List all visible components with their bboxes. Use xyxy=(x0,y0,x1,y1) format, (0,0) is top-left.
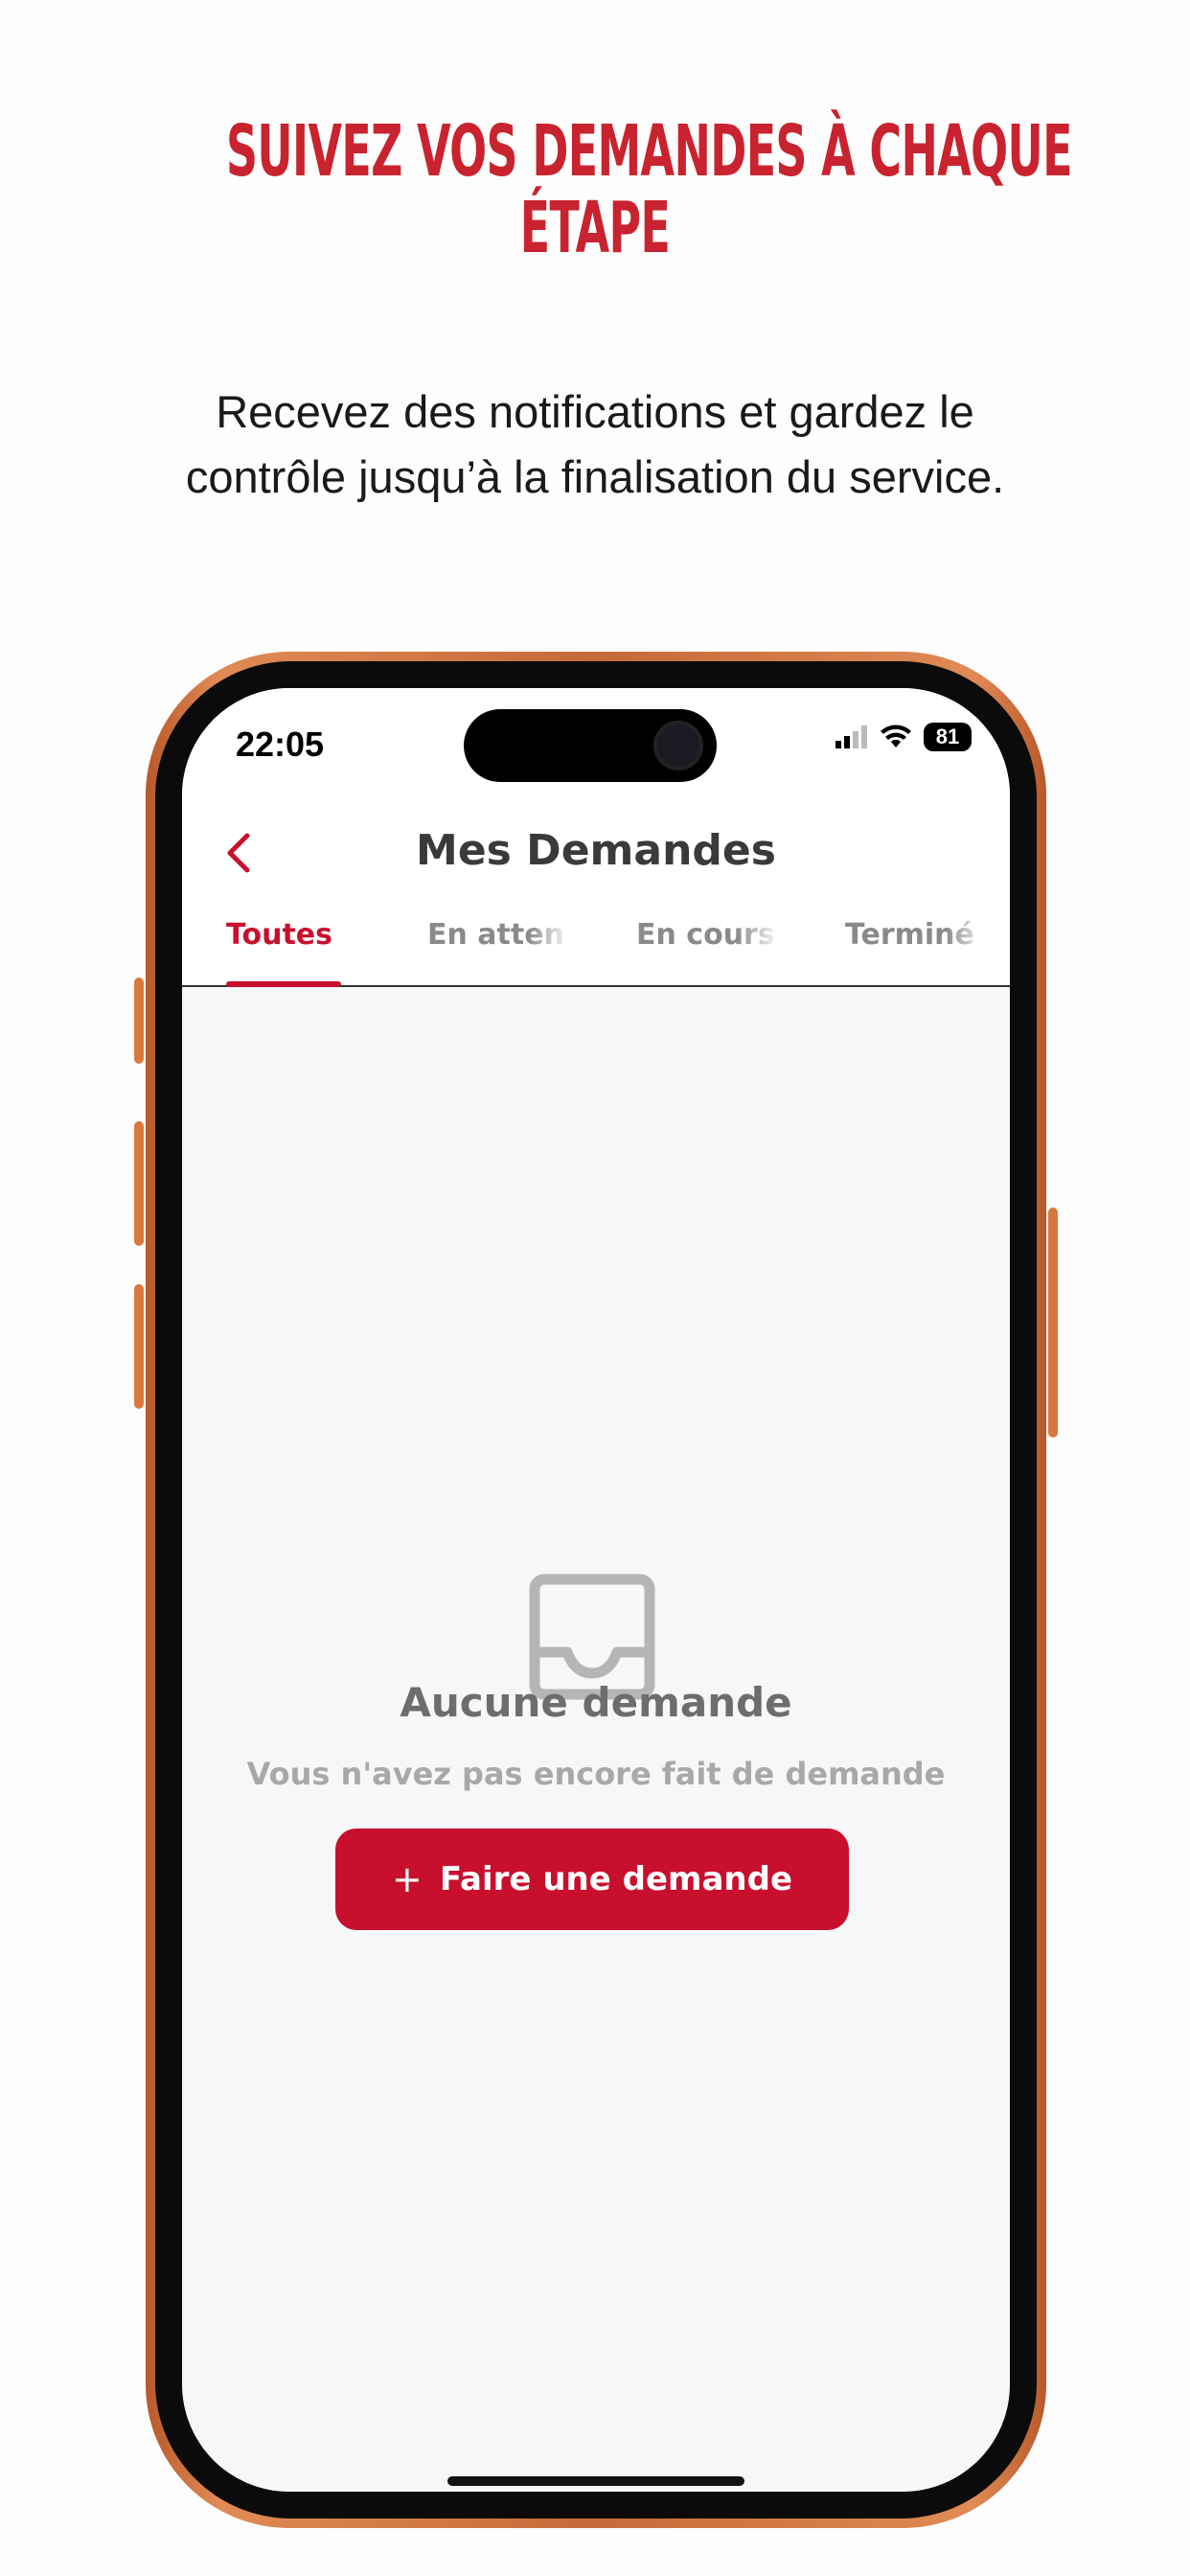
side-button xyxy=(1048,1208,1058,1438)
side-button xyxy=(134,1121,144,1246)
side-button xyxy=(134,1284,144,1409)
promo-headline: SUIVEZ VOS DEMANDES À CHAQUE ÉTAPE xyxy=(225,110,1073,269)
battery-indicator: 81 xyxy=(924,723,972,751)
headline-line-2: ÉTAPE xyxy=(519,187,671,269)
phone-frame: 22:05 81 Mes Demandes Toutes En atten En… xyxy=(134,652,1058,2528)
tab-bar: Toutes En atten En cours Terminé xyxy=(182,899,1010,987)
home-indicator[interactable] xyxy=(447,2476,744,2486)
app-screen: 22:05 81 Mes Demandes Toutes En atten En… xyxy=(182,688,1010,2492)
status-icons: 81 xyxy=(835,723,972,751)
status-time: 22:05 xyxy=(236,724,325,764)
wifi-icon xyxy=(881,724,911,748)
empty-state-title: Aucune demande xyxy=(400,1679,792,1726)
tab-in-progress[interactable]: En cours xyxy=(636,918,780,987)
signal-icon xyxy=(835,725,867,748)
headline-line-1: SUIVEZ VOS DEMANDES À CHAQUE xyxy=(225,110,1073,193)
nav-header: Mes Demandes xyxy=(182,803,1010,899)
tab-active-indicator xyxy=(226,981,341,987)
tab-pending[interactable]: En atten xyxy=(427,918,571,987)
promo-page: SUIVEZ VOS DEMANDES À CHAQUE ÉTAPE Recev… xyxy=(0,0,1190,2576)
tab-label: En atten xyxy=(427,918,564,952)
promo-subtitle: Recevez des notifications et gardez le c… xyxy=(0,380,1190,510)
tab-label: Toutes xyxy=(226,918,332,952)
tab-label: En cours xyxy=(636,918,775,952)
camera-icon xyxy=(653,721,703,770)
tab-completed[interactable]: Terminé xyxy=(845,918,989,987)
subtitle-line-2: contrôle jusqu’à la finalisation du serv… xyxy=(185,451,1005,502)
empty-state-subtitle: Vous n'avez pas encore fait de demande xyxy=(246,1756,946,1792)
subtitle-line-1: Recevez des notifications et gardez le xyxy=(216,386,974,437)
side-button xyxy=(134,978,144,1064)
tab-label: Terminé xyxy=(845,918,974,952)
plus-icon: + xyxy=(391,1858,423,1900)
status-bar: 22:05 81 xyxy=(182,688,1010,803)
new-request-button[interactable]: + Faire une demande xyxy=(335,1828,849,1930)
phone-bezel: 22:05 81 Mes Demandes Toutes En atten En… xyxy=(155,661,1037,2518)
page-title: Mes Demandes xyxy=(416,826,776,875)
tab-all[interactable]: Toutes xyxy=(226,918,341,987)
new-request-label: Faire une demande xyxy=(439,1860,793,1898)
dynamic-island xyxy=(464,709,717,782)
